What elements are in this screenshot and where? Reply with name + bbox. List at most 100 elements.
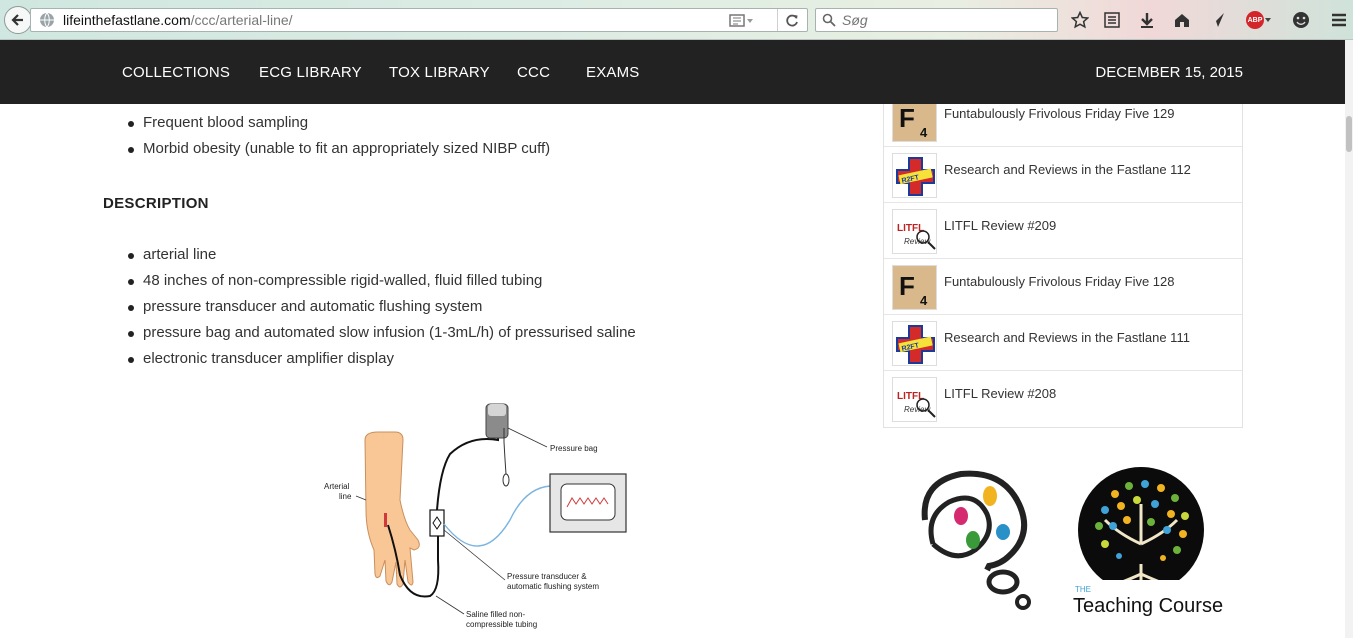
list-item: Morbid obesity (unable to fit an appropr…	[128, 139, 550, 165]
downloads-button[interactable]	[1136, 9, 1158, 31]
sidebar-post[interactable]: F 4 Funtabulously Frivolous Friday Five …	[884, 104, 1242, 147]
svg-text:4: 4	[920, 293, 928, 308]
list-item: arterial line	[128, 245, 636, 271]
search-input[interactable]	[842, 12, 1042, 28]
share-button[interactable]	[1206, 9, 1228, 31]
litfl-review-thumbnail: LITFL Review	[892, 377, 937, 422]
bookmark-star-button[interactable]	[1069, 9, 1091, 31]
litfl-review-icon: LITFL Review	[897, 391, 936, 418]
pressure-bag-top	[488, 404, 506, 416]
teaching-the-text: THE	[1075, 585, 1091, 594]
sidebar-post-title[interactable]: LITFL Review #209	[944, 218, 1056, 233]
sponsor-logos: THE Teaching Course	[921, 467, 1223, 618]
sidebar-post[interactable]: F 4 Funtabulously Frivolous Friday Five …	[884, 259, 1242, 315]
label-tubing-line2: compressible tubing	[466, 620, 537, 629]
sidebar-post-title[interactable]: LITFL Review #208	[944, 386, 1056, 401]
teaching-course-text: Teaching Course	[1073, 595, 1223, 617]
sidebar-post-title[interactable]: Funtabulously Frivolous Friday Five 128	[944, 274, 1175, 289]
recent-posts-sidebar: F 4 Funtabulously Frivolous Friday Five …	[883, 104, 1243, 428]
leader-line	[507, 427, 548, 448]
svg-text:F: F	[899, 271, 915, 301]
f4-thumbnail: F 4	[892, 104, 937, 142]
magnifier-icon	[822, 13, 836, 27]
cannula-mark	[384, 513, 387, 527]
reader-view-icon[interactable]	[729, 13, 755, 29]
globe-icon	[40, 12, 54, 28]
teaching-course-logo[interactable]: THE Teaching Course	[1071, 467, 1223, 618]
label-tubing-line1: Saline filled non-	[466, 610, 525, 619]
list-item: 48 inches of non-compressible rigid-wall…	[128, 271, 636, 297]
nav-ecg-library[interactable]: ECG LIBRARY	[259, 64, 362, 81]
site-nav-bar: COLLECTIONS ECG LIBRARY TOX LIBRARY CCC …	[0, 40, 1353, 104]
profile-button[interactable]	[1290, 9, 1312, 31]
sidebar-post-title[interactable]: Funtabulously Frivolous Friday Five 129	[944, 106, 1175, 121]
browser-toolbar: lifeinthefastlane.com/ccc/arterial-line/	[0, 0, 1353, 40]
pressure-bulb	[502, 473, 510, 487]
nav-collections[interactable]: COLLECTIONS	[122, 64, 230, 81]
leader-line	[355, 495, 367, 501]
reload-button[interactable]	[777, 9, 805, 31]
back-button[interactable]	[4, 6, 32, 34]
adblock-button[interactable]: ABP	[1244, 9, 1274, 31]
f4-tile-icon: F 4	[893, 266, 936, 309]
download-icon	[1141, 13, 1153, 28]
thought-bubble-logo[interactable]	[921, 470, 1031, 610]
menu-button[interactable]	[1328, 9, 1350, 31]
r2ft-cross-icon: R2FT	[896, 325, 935, 364]
label-transducer-line2: automatic flushing system	[507, 582, 599, 591]
indications-list: Titration of vasoactive drugs Frequent b…	[128, 104, 550, 165]
star-icon	[1071, 11, 1089, 29]
sidebar-post[interactable]: R2FT Research and Reviews in the Fastlan…	[884, 147, 1242, 203]
home-button[interactable]	[1171, 9, 1193, 31]
reload-icon	[785, 14, 798, 27]
list-item: Frequent blood sampling	[128, 113, 550, 139]
page-scrollbar[interactable]	[1345, 40, 1353, 638]
sidebar-post[interactable]: R2FT Research and Reviews in the Fastlan…	[884, 315, 1242, 371]
description-heading: DESCRIPTION	[103, 195, 209, 212]
nav-date: DECEMBER 15, 2015	[1095, 64, 1243, 81]
label-arterial: Arterial	[324, 482, 350, 491]
sidebar-post[interactable]: LITFL Review LITFL Review #209	[884, 203, 1242, 259]
litfl-review-thumbnail: LITFL Review	[892, 209, 937, 254]
svg-text:F: F	[899, 104, 915, 133]
back-arrow-icon	[11, 14, 23, 26]
list-item: pressure bag and automated slow infusion…	[128, 323, 636, 349]
list-item: pressure transducer and automatic flushi…	[128, 297, 636, 323]
home-icon	[1175, 14, 1189, 27]
bookmarks-list-button[interactable]	[1101, 9, 1123, 31]
arterial-line-diagram: Arterial line Pressure bag Pressure tran…	[324, 403, 627, 629]
transducer-box	[429, 509, 445, 537]
hamburger-icon	[1332, 13, 1346, 27]
r2ft-thumbnail: R2FT	[892, 153, 937, 198]
send-icon	[1210, 13, 1224, 27]
r2ft-cross-icon: R2FT	[896, 157, 935, 196]
sidebar-post-title[interactable]: Research and Reviews in the Fastlane 112	[944, 162, 1191, 177]
address-bar[interactable]: lifeinthefastlane.com/ccc/arterial-line/	[30, 8, 808, 32]
nav-ccc[interactable]: CCC	[517, 64, 550, 81]
description-list: arterial line 48 inches of non-compressi…	[128, 245, 636, 375]
f4-thumbnail: F 4	[892, 265, 937, 310]
r2ft-thumbnail: R2FT	[892, 321, 937, 366]
search-box[interactable]	[815, 8, 1058, 32]
list-item: Titration of vasoactive drugs	[128, 104, 550, 113]
sidebar-post[interactable]: LITFL Review LITFL Review #208	[884, 371, 1242, 427]
smiley-icon	[1293, 12, 1309, 28]
article-content: Titration of vasoactive drugs Frequent b…	[0, 104, 1345, 638]
label-line: line	[339, 492, 352, 501]
sidebar-post-title[interactable]: Research and Reviews in the Fastlane 111	[944, 330, 1190, 345]
leader-line	[435, 595, 465, 615]
litfl-review-icon: LITFL Review	[897, 223, 936, 250]
arm-illustration	[364, 431, 420, 588]
nav-tox-library[interactable]: TOX LIBRARY	[389, 64, 490, 81]
list-item: electronic transducer amplifier display	[128, 349, 636, 375]
nav-exams[interactable]: EXAMS	[586, 64, 640, 81]
list-icon	[1104, 12, 1120, 28]
f4-tile-icon: F 4	[893, 104, 936, 141]
label-pressure-bag: Pressure bag	[550, 444, 598, 453]
monitor-cable	[443, 485, 551, 547]
label-transducer-line1: Pressure transducer &	[507, 572, 587, 581]
svg-text:4: 4	[920, 125, 928, 140]
flush-line	[436, 436, 499, 511]
scrollbar-thumb[interactable]	[1346, 116, 1352, 152]
adblock-icon: ABP	[1246, 11, 1264, 29]
